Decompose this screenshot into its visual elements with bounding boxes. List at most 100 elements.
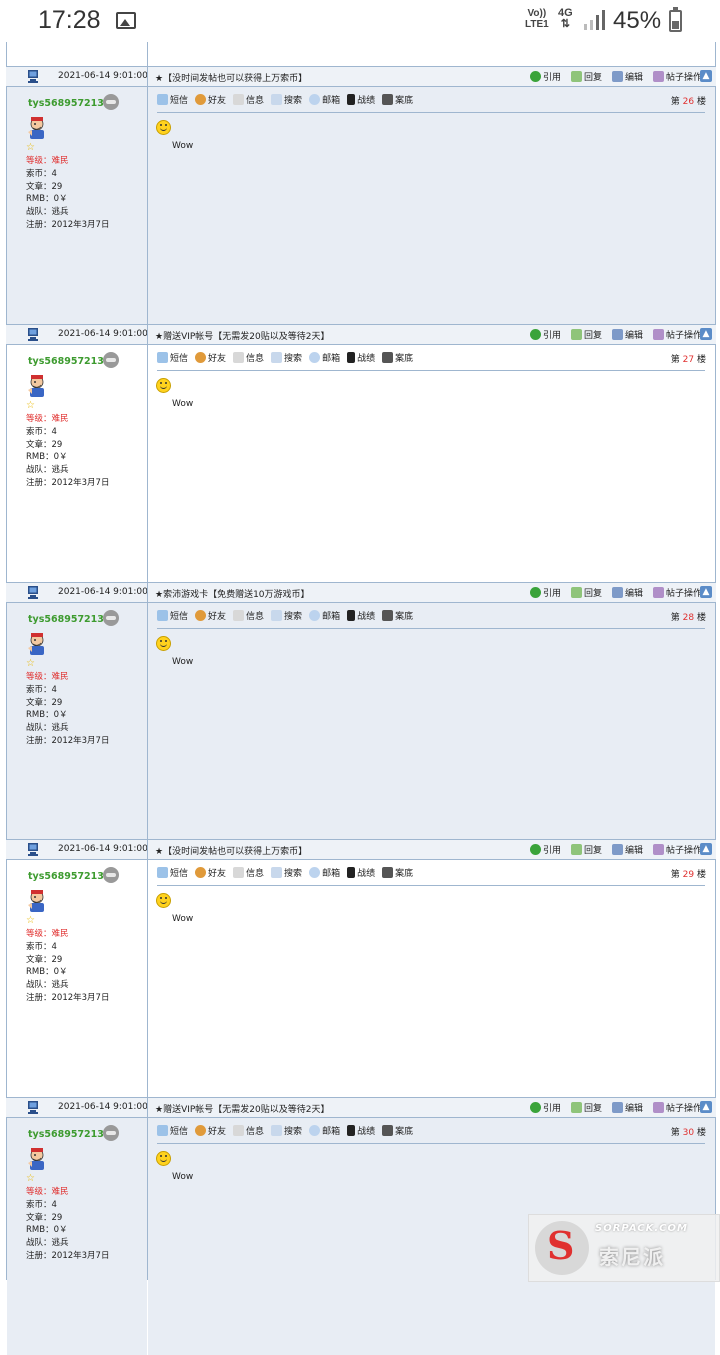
mail-button[interactable]: 邮箱 (309, 609, 340, 622)
record-button[interactable]: 案底 (382, 351, 413, 364)
sms-button[interactable]: 短信 (157, 866, 188, 879)
author-name[interactable]: tys568957213 (28, 1129, 104, 1140)
post-ops-button[interactable]: 帖子操作 (652, 843, 702, 856)
reply-button[interactable]: 回复 (570, 586, 602, 599)
post-ad-title-link[interactable]: ★【没时间发帖也可以获得上万索币】 (155, 71, 307, 84)
reply-button[interactable]: 回复 (570, 1101, 602, 1114)
info-button[interactable]: 信息 (233, 351, 264, 364)
quote-button[interactable]: 引用 (529, 843, 561, 856)
post-header: 2021-06-14 9:01:00 ★索沛游戏卡【免费赠送10万游戏币】 引用… (6, 582, 716, 603)
quote-button[interactable]: 引用 (529, 586, 561, 599)
mail-button[interactable]: 邮箱 (309, 351, 340, 364)
back-to-top-icon[interactable]: ▲ (700, 70, 712, 82)
author-registered: 注册：2012年3月7日 (26, 219, 110, 230)
friend-button[interactable]: 好友 (195, 351, 226, 364)
sms-button[interactable]: 短信 (157, 609, 188, 622)
back-to-top-icon[interactable]: ▲ (700, 1101, 712, 1113)
reply-icon (570, 1102, 582, 1113)
post-ad-title-link[interactable]: ★索沛游戏卡【免费赠送10万游戏币】 (155, 587, 310, 600)
record-icon (382, 867, 394, 878)
battle-button[interactable]: 战绩 (347, 866, 375, 879)
mail-icon (309, 1125, 321, 1136)
info-icon (233, 352, 245, 363)
friend-button[interactable]: 好友 (195, 93, 226, 106)
battle-button[interactable]: 战绩 (347, 609, 375, 622)
author-coins: 索币：4 (26, 1199, 57, 1210)
post-ops-button[interactable]: 帖子操作 (652, 70, 702, 83)
mail-button[interactable]: 邮箱 (309, 866, 340, 879)
friend-button[interactable]: 好友 (195, 609, 226, 622)
online-status-icon (103, 867, 119, 883)
battle-icon (347, 867, 356, 878)
sms-button[interactable]: 短信 (157, 351, 188, 364)
post-ad-title-link[interactable]: ★赠送VIP帐号【无需发20贴以及等待2天】 (155, 329, 330, 342)
user-avatar[interactable] (26, 1147, 48, 1171)
edit-button[interactable]: 编辑 (611, 70, 643, 83)
info-icon (233, 867, 245, 878)
edit-button[interactable]: 编辑 (611, 586, 643, 599)
author-level: 等级：难民 (26, 1187, 69, 1197)
author-level: 等级：难民 (26, 414, 69, 424)
back-to-top-icon[interactable]: ▲ (700, 328, 712, 340)
post-body: Wow (172, 141, 194, 151)
back-to-top-icon[interactable]: ▲ (700, 586, 712, 598)
post-ad-title-link[interactable]: ★【没时间发帖也可以获得上万索币】 (155, 844, 307, 857)
quote-icon (529, 329, 541, 340)
author-name[interactable]: tys568957213 (28, 871, 104, 882)
post-ops-button[interactable]: 帖子操作 (652, 328, 702, 341)
post-ops-button[interactable]: 帖子操作 (652, 586, 702, 599)
info-button[interactable]: 信息 (233, 1124, 264, 1137)
edit-button[interactable]: 编辑 (611, 1101, 643, 1114)
quote-button[interactable]: 引用 (529, 70, 561, 83)
post-header: 2021-06-14 9:01:00 ★【没时间发帖也可以获得上万索币】 引用 … (6, 66, 716, 87)
user-avatar[interactable] (26, 889, 48, 913)
record-icon (382, 1125, 394, 1136)
battle-button[interactable]: 战绩 (347, 351, 375, 364)
site-watermark: S SORPACK.COM 索尼派 (528, 1214, 720, 1282)
author-articles: 文章：29 (26, 439, 63, 450)
user-avatar[interactable] (26, 116, 48, 140)
edit-button[interactable]: 编辑 (611, 843, 643, 856)
record-button[interactable]: 案底 (382, 93, 413, 106)
back-to-top-icon[interactable]: ▲ (700, 843, 712, 855)
quote-button[interactable]: 引用 (529, 1101, 561, 1114)
mail-button[interactable]: 邮箱 (309, 93, 340, 106)
reply-button[interactable]: 回复 (570, 70, 602, 83)
friend-icon (195, 94, 207, 105)
info-button[interactable]: 信息 (233, 609, 264, 622)
post: 2021-06-14 9:01:00 ★【没时间发帖也可以获得上万索币】 引用 … (6, 66, 716, 324)
post-ad-title-link[interactable]: ★赠送VIP帐号【无需发20贴以及等待2天】 (155, 1102, 330, 1115)
search-button[interactable]: 搜索 (271, 351, 302, 364)
record-button[interactable]: 案底 (382, 866, 413, 879)
status-bar: 17:28 Vo)) LTE1 4G ⇅ 45% (0, 0, 720, 42)
reply-button[interactable]: 回复 (570, 328, 602, 341)
computer-icon (28, 328, 38, 341)
search-button[interactable]: 搜索 (271, 866, 302, 879)
info-button[interactable]: 信息 (233, 866, 264, 879)
user-avatar[interactable] (26, 374, 48, 398)
edit-button[interactable]: 编辑 (611, 328, 643, 341)
post-ops-button[interactable]: 帖子操作 (652, 1101, 702, 1114)
author-name[interactable]: tys568957213 (28, 356, 104, 367)
friend-button[interactable]: 好友 (195, 1124, 226, 1137)
sms-button[interactable]: 短信 (157, 93, 188, 106)
battle-button[interactable]: 战绩 (347, 1124, 375, 1137)
friend-button[interactable]: 好友 (195, 866, 226, 879)
author-name[interactable]: tys568957213 (28, 98, 104, 109)
search-button[interactable]: 搜索 (271, 1124, 302, 1137)
user-avatar[interactable] (26, 632, 48, 656)
record-button[interactable]: 案底 (382, 609, 413, 622)
battle-button[interactable]: 战绩 (347, 93, 375, 106)
user-toolbar: 短信 好友 信息 搜索 邮箱 战绩 案底 (157, 1124, 413, 1137)
mail-button[interactable]: 邮箱 (309, 1124, 340, 1137)
search-button[interactable]: 搜索 (271, 93, 302, 106)
computer-icon (28, 70, 38, 83)
info-button[interactable]: 信息 (233, 93, 264, 106)
search-button[interactable]: 搜索 (271, 609, 302, 622)
author-name[interactable]: tys568957213 (28, 614, 104, 625)
record-button[interactable]: 案底 (382, 1124, 413, 1137)
post: 2021-06-14 9:01:00 ★【没时间发帖也可以获得上万索币】 引用 … (6, 839, 716, 1097)
reply-button[interactable]: 回复 (570, 843, 602, 856)
sms-button[interactable]: 短信 (157, 1124, 188, 1137)
quote-button[interactable]: 引用 (529, 328, 561, 341)
